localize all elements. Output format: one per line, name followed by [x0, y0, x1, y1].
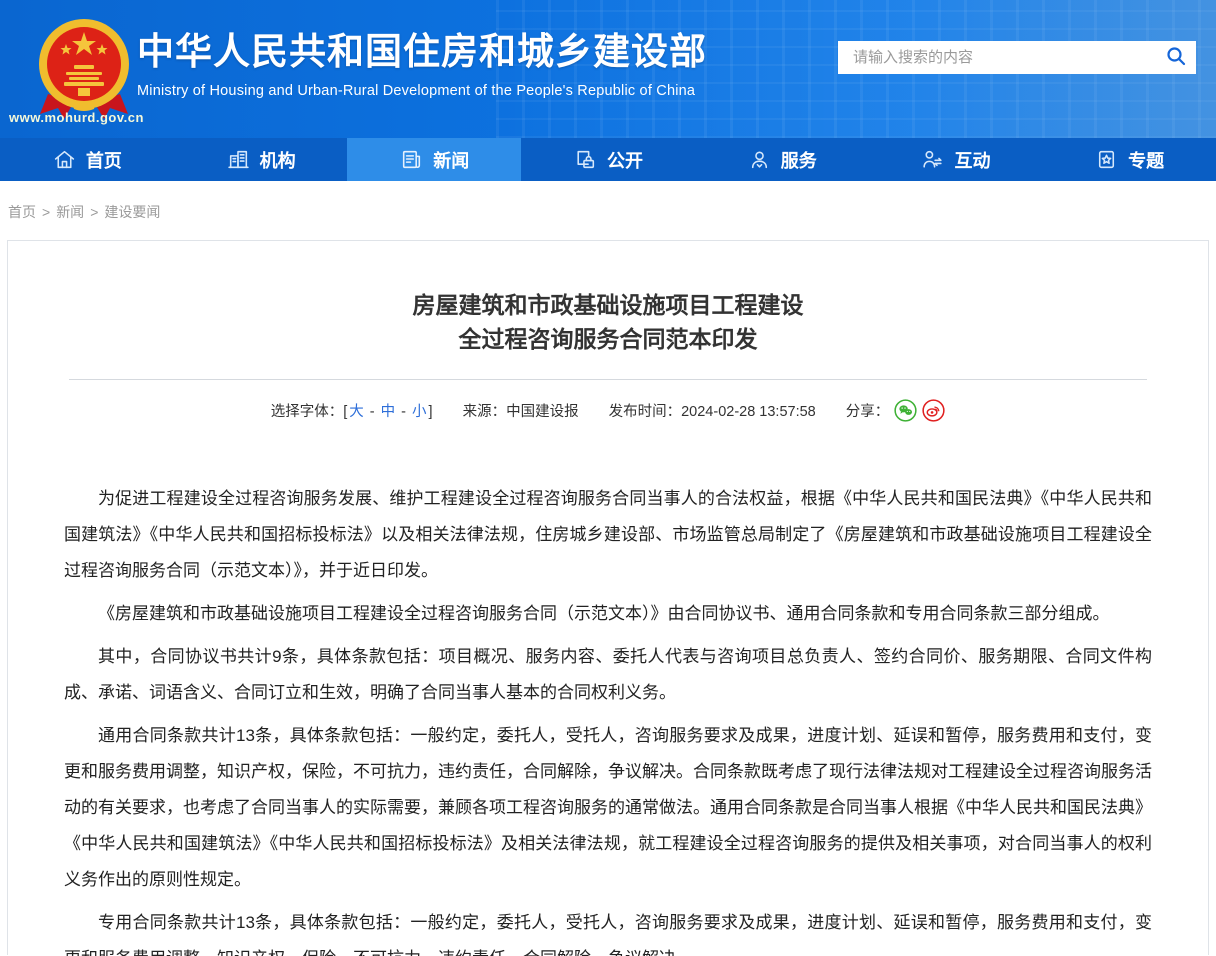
font-size-medium-link[interactable]: 中 [381, 404, 396, 420]
breadcrumb-current[interactable]: 建设要闻 [104, 204, 160, 220]
nav-label: 机构 [260, 147, 296, 173]
nav-label: 首页 [86, 147, 122, 173]
service-icon [747, 147, 772, 172]
search-icon [1165, 45, 1187, 70]
title-divider [69, 379, 1147, 380]
nav-item-home[interactable]: 首页 [0, 138, 174, 181]
nav-label: 专题 [1128, 147, 1164, 173]
source-value: 中国建设报 [506, 404, 579, 420]
special-topic-icon [1094, 147, 1119, 172]
nav-item-disclosure[interactable]: 公开 [521, 138, 695, 181]
article-card: 房屋建筑和市政基础设施项目工程建设 全过程咨询服务合同范本印发 选择字体：[大 … [7, 240, 1209, 955]
site-url: www.mohurd.gov.cn [9, 110, 144, 125]
search-box [838, 41, 1196, 74]
nav-label: 新闻 [433, 147, 469, 173]
publish-time: 发布时间：2024-02-28 13:57:58 [609, 404, 816, 420]
nav-label: 服务 [781, 147, 817, 173]
breadcrumb-separator: > [90, 204, 98, 220]
site-title: 中华人民共和国住房和城乡建设部 [137, 30, 707, 74]
nav-item-service[interactable]: 服务 [695, 138, 869, 181]
article-title-line1: 房屋建筑和市政基础设施项目工程建设 [413, 292, 804, 318]
site-subtitle-en: Ministry of Housing and Urban-Rural Deve… [137, 83, 707, 99]
organization-icon [226, 147, 251, 172]
home-icon [52, 147, 77, 172]
font-size-large-link[interactable]: 大 [349, 404, 364, 420]
nav-label: 公开 [607, 147, 643, 173]
nav-item-interaction[interactable]: 互动 [869, 138, 1043, 181]
weibo-icon[interactable] [922, 399, 945, 426]
article-source: 来源：中国建设报 [463, 404, 579, 420]
breadcrumb: 首页 > 新闻 > 建设要闻 [0, 181, 1216, 240]
bracket: [ [343, 404, 347, 420]
article-meta: 选择字体：[大 - 中 - 小] 来源：中国建设报 发布时间：2024-02-2… [8, 399, 1208, 426]
source-label: 来源： [463, 404, 507, 420]
paragraph: 其中，合同协议书共计9条，具体条款包括：项目概况、服务内容、委托人代表与咨询项目… [64, 639, 1152, 711]
nav-item-special-topic[interactable]: 专题 [1042, 138, 1216, 181]
breadcrumb-separator: > [42, 204, 50, 220]
share-controls: 分享： [846, 404, 946, 420]
nav-item-organization[interactable]: 机构 [174, 138, 348, 181]
font-size-selector: 选择字体：[大 - 中 - 小] [271, 404, 433, 420]
publish-time-label: 发布时间： [609, 404, 682, 420]
paragraph: 为促进工程建设全过程咨询服务发展、维护工程建设全过程咨询服务合同当事人的合法权益… [64, 481, 1152, 589]
dash: - [397, 404, 410, 420]
site-header: 中华人民共和国住房和城乡建设部 Ministry of Housing and … [0, 0, 1216, 138]
news-icon [399, 147, 424, 172]
breadcrumb-news-link[interactable]: 新闻 [56, 204, 84, 220]
wechat-icon[interactable] [894, 399, 917, 426]
article-title-line2: 全过程咨询服务合同范本印发 [459, 326, 758, 352]
main-navigation: 首页 机构 新闻 公开 [0, 138, 1216, 181]
paragraph: 通用合同条款共计13条，具体条款包括：一般约定，委托人，受托人，咨询服务要求及成… [64, 718, 1152, 898]
share-label: 分享： [846, 404, 890, 420]
breadcrumb-home-link[interactable]: 首页 [8, 204, 36, 220]
bracket: ] [429, 404, 433, 420]
paragraph: 《房屋建筑和市政基础设施项目工程建设全过程咨询服务合同（示范文本）》由合同协议书… [64, 596, 1152, 632]
font-size-label: 选择字体： [271, 404, 344, 420]
article-body: 为促进工程建设全过程咨询服务发展、维护工程建设全过程咨询服务合同当事人的合法权益… [8, 481, 1208, 956]
nav-label: 互动 [954, 147, 990, 173]
disclosure-icon [573, 147, 598, 172]
nav-item-news[interactable]: 新闻 [347, 138, 521, 181]
paragraph: 专用合同条款共计13条，具体条款包括：一般约定，委托人，受托人，咨询服务要求及成… [64, 905, 1152, 956]
search-input[interactable] [838, 41, 1156, 74]
dash: - [366, 404, 379, 420]
font-size-small-link[interactable]: 小 [412, 404, 427, 420]
interaction-icon [920, 147, 945, 172]
search-button[interactable] [1156, 41, 1196, 74]
article-title: 房屋建筑和市政基础设施项目工程建设 全过程咨询服务合同范本印发 [8, 288, 1208, 356]
publish-time-value: 2024-02-28 13:57:58 [681, 404, 816, 420]
